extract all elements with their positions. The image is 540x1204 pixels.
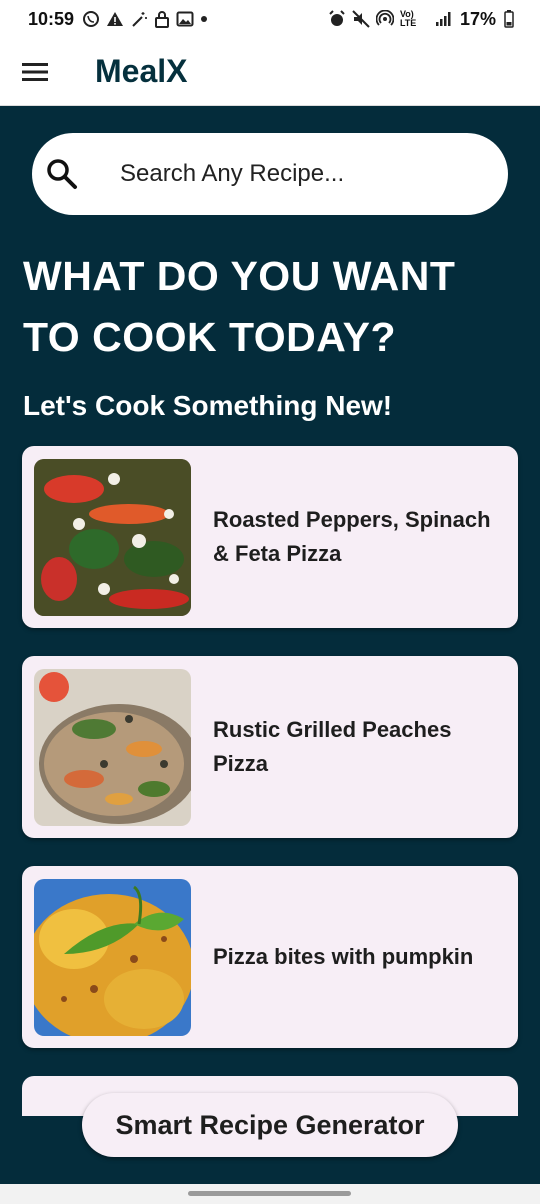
system-icons: Vo) LTE <box>328 10 452 28</box>
status-left: 10:59 <box>28 9 208 30</box>
search-input[interactable] <box>118 159 482 189</box>
app-bar: MealX <box>0 38 540 106</box>
alarm-icon <box>329 10 345 26</box>
hotspot-icon <box>375 10 394 26</box>
dot-icon <box>201 16 208 22</box>
status-time: 10:59 <box>28 8 75 29</box>
recipe-card[interactable]: Rustic Grilled Peaches Pizza <box>22 656 518 838</box>
smart-recipe-generator-button[interactable]: Smart Recipe Generator <box>82 1093 458 1157</box>
home-gesture-handle[interactable] <box>188 1191 351 1196</box>
mute-icon <box>352 10 370 28</box>
recipe-title: Pizza bites with pumpkin <box>213 944 474 969</box>
hamburger-menu-icon[interactable] <box>22 62 48 82</box>
lte-icon: Vo) LTE <box>399 9 417 28</box>
warning-icon <box>107 12 124 26</box>
search-bar[interactable] <box>32 133 508 215</box>
status-bar: 10:59 Vo) LTE 17% <box>0 0 540 38</box>
page-headline: WHAT DO YOU WANT TO COOK TODAY? <box>23 253 456 360</box>
magic-wand-icon <box>132 12 148 27</box>
system-nav-bar <box>0 1184 540 1204</box>
recipe-image <box>34 668 191 826</box>
whatsapp-icon <box>83 11 100 27</box>
recipe-image <box>34 458 191 616</box>
lock-icon <box>155 11 170 28</box>
recipe-card[interactable]: Pizza bites with pumpkin <box>22 866 518 1048</box>
image-icon <box>176 11 194 27</box>
menu-button[interactable] <box>0 38 70 106</box>
recipe-title: Roasted Peppers, Spinach & Feta Pizza <box>213 507 491 566</box>
battery-icon <box>504 10 514 28</box>
app-title: MealX <box>95 53 188 89</box>
signal-icon <box>435 12 451 26</box>
recipe-image <box>34 878 191 1036</box>
recipe-card[interactable]: Roasted Peppers, Spinach & Feta Pizza <box>22 446 518 628</box>
search-icon[interactable] <box>44 156 80 192</box>
notification-icons <box>82 10 208 28</box>
section-subheadline: Let's Cook Something New! <box>23 390 393 421</box>
battery-percent: 17% <box>459 8 496 29</box>
status-right: Vo) LTE 17% <box>328 9 514 30</box>
recipe-title: Rustic Grilled Peaches Pizza <box>213 717 452 776</box>
